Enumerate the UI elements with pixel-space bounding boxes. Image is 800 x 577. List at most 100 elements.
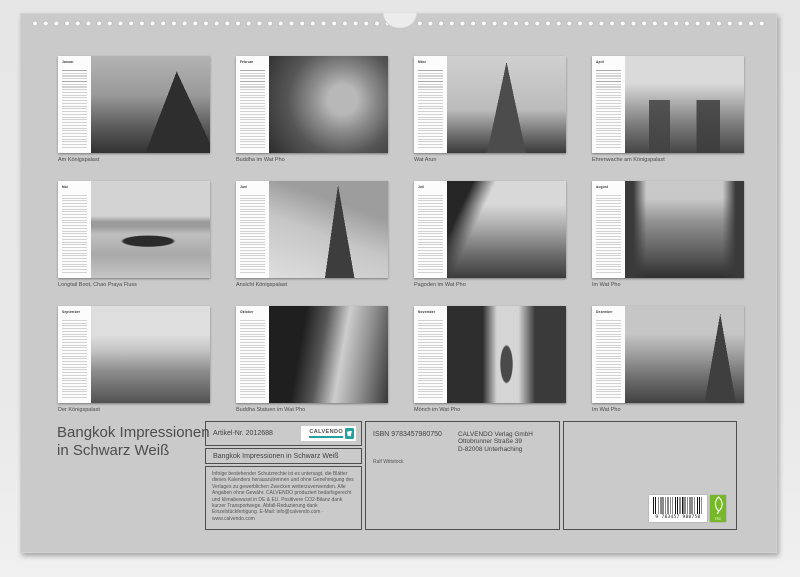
month-caption: Buddha Statuen im Wat Pho: [236, 407, 388, 414]
month-caption: Buddha im Wat Pho: [236, 157, 388, 164]
month-photo: [91, 306, 210, 403]
date-lines: [596, 318, 621, 398]
month-caption: Ehrenwache am Königspalast: [592, 157, 744, 164]
leaf-icon: [712, 496, 725, 515]
month-page: Juli: [414, 181, 566, 278]
month-photo: [447, 306, 566, 403]
mini-calendar: November: [414, 306, 447, 403]
date-lines: [240, 318, 265, 398]
mini-calendar: Juni: [236, 181, 269, 278]
mini-calendar: Mai: [58, 181, 91, 278]
author-name: Ralf Wittstock: [373, 459, 404, 465]
month-cell-dezember: Dezember Im Wat Pho: [592, 306, 744, 414]
month-label: April: [596, 60, 604, 64]
eco-label-text: FSC: [710, 517, 726, 521]
month-caption: Wat Arun: [414, 157, 566, 164]
month-page: Juni: [236, 181, 388, 278]
month-page: August: [592, 181, 744, 278]
month-label: November: [418, 310, 435, 314]
month-cell-januar: Januar Am Königspalast: [58, 56, 210, 164]
month-label: Juni: [240, 185, 247, 189]
month-caption: Ansicht Königspalast: [236, 282, 388, 289]
publisher-line: CALVENDO Verlag GmbH: [458, 431, 533, 438]
month-page: Dezember: [592, 306, 744, 403]
month-label: Juli: [418, 185, 424, 189]
month-cell-juli: Juli Pagoden im Wat Pho: [414, 181, 566, 289]
mini-calendar: Dezember: [592, 306, 625, 403]
month-label: Dezember: [596, 310, 613, 314]
month-label: Oktober: [240, 310, 254, 314]
month-cell-november: November Mönch im Wat Pho: [414, 306, 566, 414]
month-cell-februar: Februar Buddha im Wat Pho: [236, 56, 388, 164]
month-photo: [269, 56, 388, 153]
mini-calendar: September: [58, 306, 91, 403]
month-caption: Longtail Boot, Chao Praya Fluss: [58, 282, 210, 289]
month-caption: Im Wat Pho: [592, 407, 744, 414]
month-cell-mai: Mai Longtail Boot, Chao Praya Fluss: [58, 181, 210, 289]
barcode-box: 9 783457 980750 FSC: [563, 421, 737, 530]
month-page: Februar: [236, 56, 388, 153]
ean-barcode: 9 783457 980750: [649, 495, 707, 522]
month-photo: [269, 306, 388, 403]
calvendo-logo: CALVENDO: [301, 426, 356, 441]
month-label: März: [418, 60, 426, 64]
month-caption: Am Königspalast: [58, 157, 210, 164]
month-label: August: [596, 185, 608, 189]
month-page: November: [414, 306, 566, 403]
barcode-bars: [653, 497, 703, 514]
date-lines: [418, 68, 443, 148]
date-lines: [62, 68, 87, 148]
calvendo-logo-icon: [345, 428, 354, 439]
month-label: Mai: [62, 185, 68, 189]
legal-text: Infolge bestehender Schutzrechte ist es …: [212, 471, 356, 522]
date-lines: [240, 193, 265, 273]
month-page: September: [58, 306, 210, 403]
month-label: Januar: [62, 60, 74, 64]
month-caption: Der Königspalast: [58, 407, 210, 414]
mini-calendar: Januar: [58, 56, 91, 153]
title-line: Bangkok Impressionen: [57, 424, 210, 442]
month-page: April: [592, 56, 744, 153]
date-lines: [418, 318, 443, 398]
month-photo: [447, 56, 566, 153]
title-box: Bangkok Impressionen in Schwarz Weiß: [205, 448, 362, 464]
isbn-number: ISBN 9783457980750: [373, 431, 442, 438]
calendar-back-sheet: Januar Am Königspalast Februar Buddha im…: [20, 13, 777, 553]
month-cell-oktober: Oktober Buddha Statuen im Wat Pho: [236, 306, 388, 414]
mini-calendar: Juli: [414, 181, 447, 278]
month-cell-juni: Juni Ansicht Königspalast: [236, 181, 388, 289]
mini-calendar: August: [592, 181, 625, 278]
date-lines: [62, 318, 87, 398]
publisher-address: CALVENDO Verlag GmbH Ottobrunner Straße …: [458, 431, 533, 453]
month-photo: [625, 56, 744, 153]
month-caption: Pagoden im Wat Pho: [414, 282, 566, 289]
month-photo: [269, 181, 388, 278]
month-photo: [447, 181, 566, 278]
date-lines: [62, 193, 87, 273]
title-line: in Schwarz Weiß: [57, 442, 210, 460]
month-label: September: [62, 310, 80, 314]
mini-calendar: Februar: [236, 56, 269, 153]
title-box-text: Bangkok Impressionen in Schwarz Weiß: [213, 453, 339, 460]
artikel-box: Artikel-Nr. 2012688 CALVENDO: [205, 421, 362, 446]
date-lines: [418, 193, 443, 273]
month-page: Oktober: [236, 306, 388, 403]
mini-calendar: Oktober: [236, 306, 269, 403]
legal-box: Infolge bestehender Schutzrechte ist es …: [205, 466, 362, 530]
calendar-title: Bangkok Impressionen in Schwarz Weiß: [57, 424, 210, 459]
date-lines: [240, 68, 265, 148]
month-cell-april: April Ehrenwache am Königspalast: [592, 56, 744, 164]
month-caption: Mönch im Wat Pho: [414, 407, 566, 414]
month-cell-august: August Im Wat Pho: [592, 181, 744, 289]
publisher-line: D-82008 Unterhaching: [458, 446, 533, 453]
month-photo: [91, 181, 210, 278]
month-caption: Im Wat Pho: [592, 282, 744, 289]
artikel-number: Artikel-Nr. 2012688: [213, 430, 273, 437]
calvendo-logo-words: CALVENDO: [309, 429, 343, 438]
month-page: Mai: [58, 181, 210, 278]
eco-leaf-logo: FSC: [710, 495, 726, 522]
publisher-line: Ottobrunner Straße 39: [458, 438, 533, 445]
date-lines: [596, 193, 621, 273]
month-cell-maerz: März Wat Arun: [414, 56, 566, 164]
month-photo: [625, 306, 744, 403]
